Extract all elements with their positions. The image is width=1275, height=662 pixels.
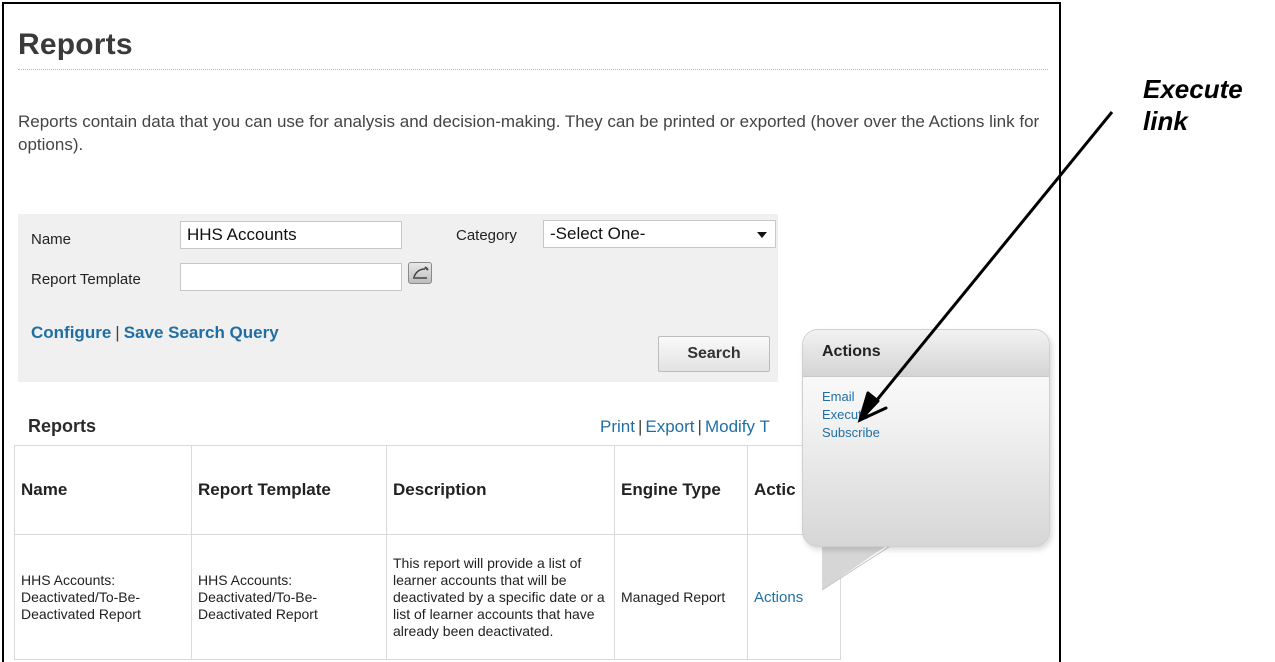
cell-description: This report will provide a list of learn…	[386, 534, 615, 660]
link-separator: |	[115, 323, 120, 342]
panel-links: Configure | Save Search Query	[31, 323, 279, 343]
cell-name: HHS Accounts: Deactivated/To-Be-Deactiva…	[14, 534, 192, 660]
results-heading: Reports	[28, 416, 97, 436]
column-header-name[interactable]: Name	[14, 445, 192, 535]
category-label: Category	[456, 227, 517, 244]
reports-page-frame: Reports Reports contain data that you ca…	[2, 2, 1061, 662]
popup-menu: Email Execute Subscribe	[822, 388, 880, 442]
callout-label: Execute link	[1143, 73, 1243, 137]
table-row: HHS Accounts: Deactivated/To-Be-Deactiva…	[14, 534, 841, 660]
table-header-row: Name Report Template Description Engine …	[14, 445, 841, 535]
chevron-down-icon	[757, 232, 767, 238]
page-title: Reports	[18, 28, 133, 61]
actions-popup: Actions Email Execute Subscribe	[802, 329, 1050, 547]
reports-table: Name Report Template Description Engine …	[14, 445, 841, 660]
name-input[interactable]	[180, 221, 402, 249]
column-header-template[interactable]: Report Template	[191, 445, 387, 535]
popup-title: Actions	[822, 343, 881, 360]
callout-line-2: link	[1143, 106, 1188, 136]
column-header-description[interactable]: Description	[386, 445, 615, 535]
save-search-query-link[interactable]: Save Search Query	[124, 323, 279, 342]
print-link[interactable]: Print	[600, 417, 635, 436]
search-panel: Name Category -Select One- Report Templa…	[18, 214, 778, 382]
link-separator: |	[637, 417, 643, 436]
email-menu-item[interactable]: Email	[822, 388, 880, 406]
cell-template: HHS Accounts: Deactivated/To-Be-Deactiva…	[191, 534, 387, 660]
configure-link[interactable]: Configure	[31, 323, 111, 342]
category-selected-value: -Select One-	[550, 224, 646, 243]
category-select[interactable]: -Select One-	[543, 220, 776, 248]
callout-line-1: Execute	[1143, 74, 1243, 104]
popup-tail	[822, 542, 892, 590]
template-input[interactable]	[180, 263, 402, 291]
modify-table-link[interactable]: Modify T	[705, 417, 770, 436]
subscribe-menu-item[interactable]: Subscribe	[822, 424, 880, 442]
results-toolbar: Print | Export | Modify T	[600, 417, 770, 437]
link-separator: |	[697, 417, 702, 436]
export-link[interactable]: Export	[645, 417, 694, 436]
page-intro: Reports contain data that you can use fo…	[18, 112, 1040, 154]
template-label: Report Template	[31, 271, 141, 288]
cell-engine: Managed Report	[614, 534, 748, 660]
column-header-engine[interactable]: Engine Type	[614, 445, 748, 535]
name-label: Name	[31, 231, 72, 248]
search-button[interactable]: Search	[658, 336, 770, 372]
picker-icon[interactable]	[408, 262, 432, 284]
title-divider	[18, 69, 1048, 70]
execute-menu-item[interactable]: Execute	[822, 406, 880, 424]
